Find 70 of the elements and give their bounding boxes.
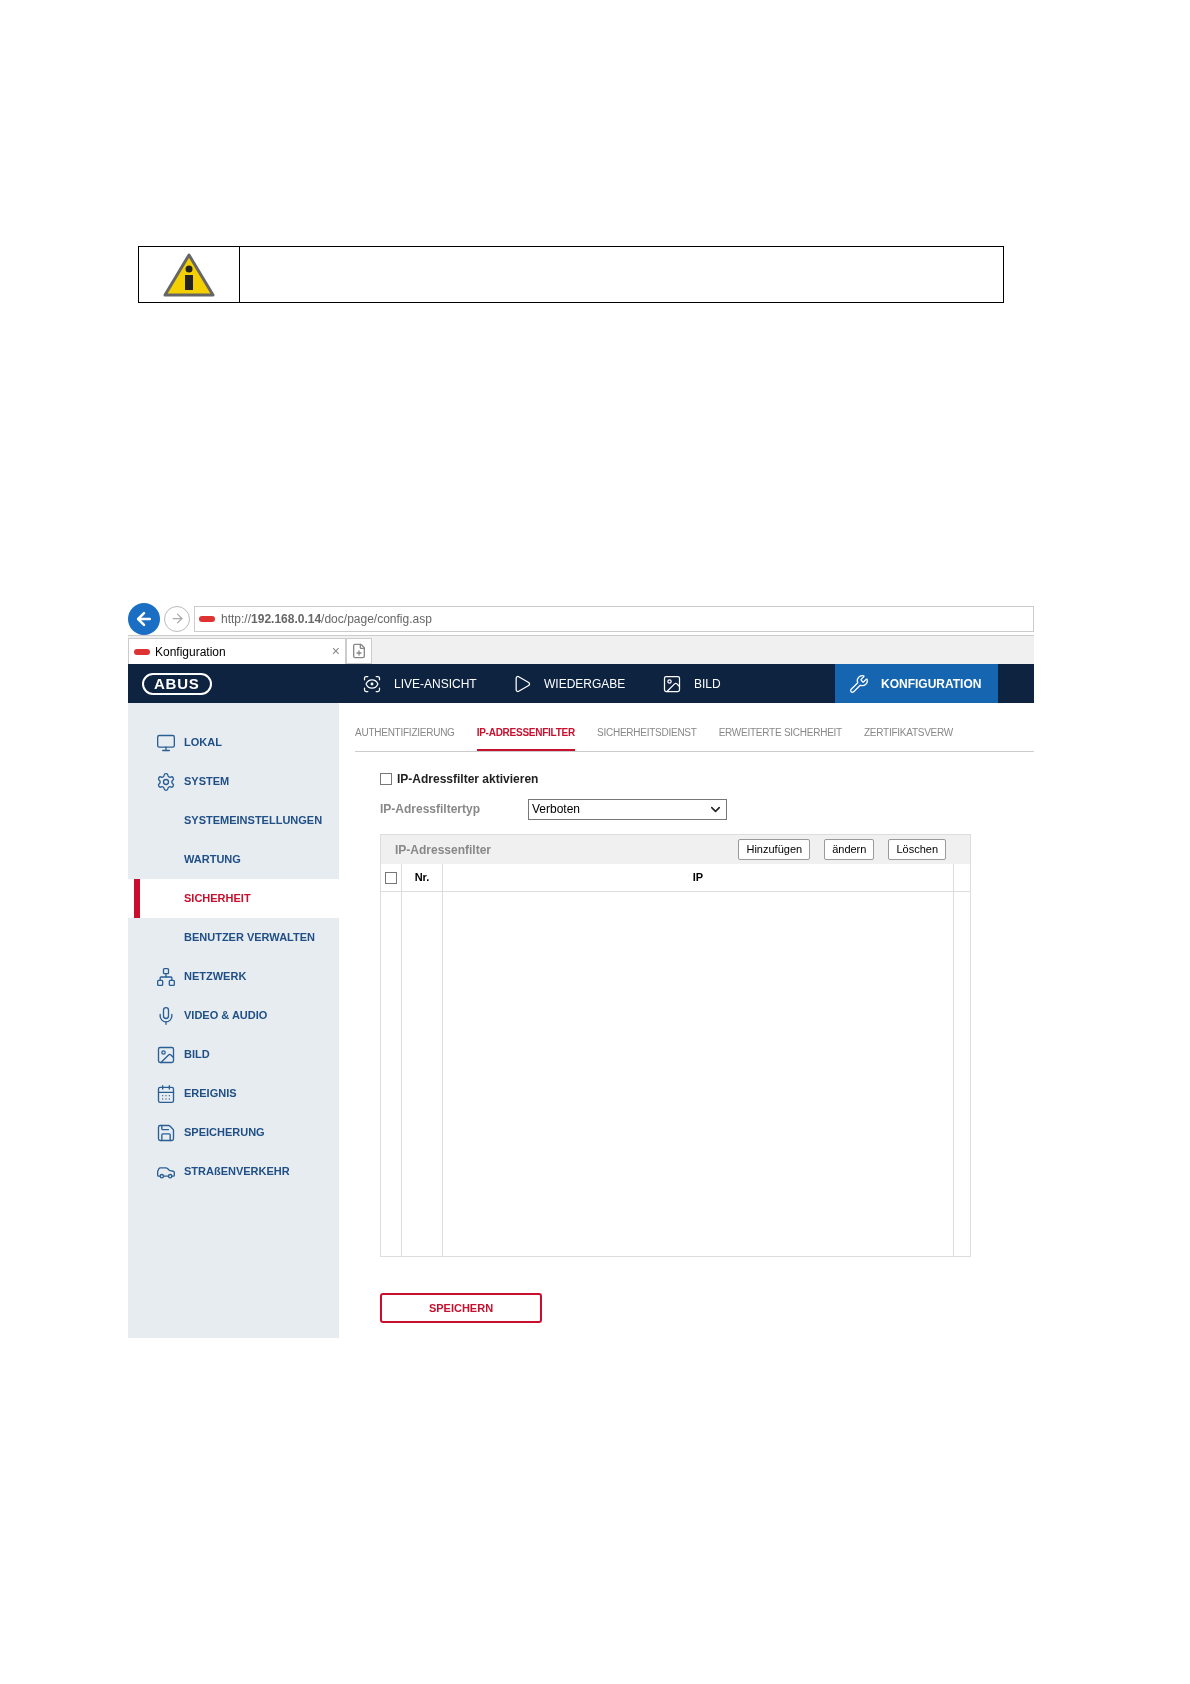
nav-label: WIEDERGABE bbox=[544, 675, 626, 693]
sidebar-label: VIDEO & AUDIO bbox=[184, 1008, 268, 1024]
table-action-button[interactable]: Löschen bbox=[888, 839, 946, 860]
sidebar-item[interactable]: SPEICHERUNG bbox=[128, 1113, 339, 1152]
checkbox-label: IP-Adressfilter aktivieren bbox=[397, 771, 539, 788]
sidebar-item[interactable]: NETZWERK bbox=[128, 957, 339, 996]
nav-label: KONFIGURATION bbox=[881, 675, 982, 693]
address-field[interactable]: http://192.168.0.14/doc/page/config.asp bbox=[194, 605, 1034, 632]
section-tab[interactable]: ZERTIFIKATSVERW bbox=[863, 725, 953, 751]
network-icon bbox=[156, 966, 176, 987]
filter-type-dropdown[interactable]: Verboten bbox=[528, 798, 727, 820]
column-header: IP bbox=[692, 870, 704, 886]
field-label: IP-Adressfiltertyp bbox=[380, 801, 482, 818]
gear-icon bbox=[156, 771, 176, 792]
table-title: IP-Adressenfilter bbox=[395, 841, 493, 859]
sidebar-label: SPEICHERUNG bbox=[184, 1125, 265, 1141]
save-button[interactable]: SPEICHERN bbox=[380, 1293, 542, 1323]
browser-tab[interactable]: Konfiguration × bbox=[128, 638, 346, 664]
sidebar-item[interactable]: WARTUNG bbox=[128, 840, 339, 879]
forward-arrow-icon bbox=[169, 611, 185, 626]
sidebar-label: LOKAL bbox=[184, 735, 222, 751]
sidebar-label: SYSTEM bbox=[184, 774, 230, 790]
section-tab[interactable]: ERWEITERTE SICHERHEIT bbox=[718, 725, 842, 751]
site-icon bbox=[134, 648, 150, 655]
nav-tab[interactable]: LIVE-ANSICHT bbox=[348, 664, 498, 703]
sidebar-item[interactable]: SICHERHEIT bbox=[128, 879, 339, 918]
sidebar-item[interactable]: SYSTEM bbox=[128, 762, 339, 801]
nav-tab[interactable]: WIEDERGABE bbox=[498, 664, 648, 703]
sidebar-label: BILD bbox=[184, 1047, 210, 1063]
monitor-icon bbox=[156, 732, 176, 753]
nav-tab[interactable]: KONFIGURATION bbox=[835, 664, 998, 703]
tools-icon bbox=[849, 673, 869, 694]
sidebar-label: SICHERHEIT bbox=[184, 891, 251, 907]
sidebar-label: SYSTEMEINSTELLUNGEN bbox=[184, 813, 323, 829]
nav-label: BILD bbox=[694, 675, 721, 693]
sidebar-item[interactable]: STRAßENVERKEHR bbox=[128, 1152, 339, 1191]
sidebar-label: WARTUNG bbox=[184, 852, 241, 868]
new-tab-icon[interactable] bbox=[351, 643, 367, 659]
calendar-icon bbox=[156, 1083, 176, 1104]
warning-info-icon bbox=[163, 251, 215, 298]
column-header: Nr. bbox=[414, 870, 430, 886]
close-tab-button[interactable]: × bbox=[331, 641, 340, 662]
sidebar-label: NETZWERK bbox=[184, 969, 247, 985]
logo: ABUS bbox=[142, 672, 212, 695]
eye-icon bbox=[362, 673, 382, 694]
url-text: http://192.168.0.14/doc/page/config.asp bbox=[221, 610, 432, 628]
sidebar-item[interactable]: BILD bbox=[128, 1035, 339, 1074]
sidebar-item[interactable]: VIDEO & AUDIO bbox=[128, 996, 339, 1035]
sidebar-label: BENUTZER VERWALTEN bbox=[184, 930, 315, 946]
section-tab[interactable]: IP-ADRESSENFILTER bbox=[476, 725, 575, 751]
site-icon bbox=[199, 615, 215, 622]
nav-tab[interactable]: BILD bbox=[648, 664, 798, 703]
back-button[interactable] bbox=[128, 602, 160, 635]
sidebar-item[interactable]: LOKAL bbox=[128, 723, 339, 762]
image-icon bbox=[156, 1044, 176, 1065]
tab-title: Konfiguration bbox=[155, 643, 227, 661]
table-action-button[interactable]: Hinzufügen bbox=[738, 839, 811, 860]
image-icon bbox=[662, 673, 682, 694]
sidebar-label: STRAßENVERKEHR bbox=[184, 1164, 290, 1180]
table-action-button[interactable]: ändern bbox=[824, 839, 875, 860]
selected-indicator bbox=[134, 879, 140, 918]
sidebar-item[interactable]: SYSTEMEINSTELLUNGEN bbox=[128, 801, 339, 840]
section-tab[interactable]: SICHERHEITSDIENST bbox=[597, 725, 697, 751]
checkbox[interactable] bbox=[380, 773, 392, 785]
section-tab[interactable]: AUTHENTIFIZIERUNG bbox=[355, 725, 455, 751]
sidebar-item[interactable]: EREIGNIS bbox=[128, 1074, 339, 1113]
checkbox[interactable] bbox=[385, 871, 397, 884]
nav-label: LIVE-ANSICHT bbox=[394, 675, 477, 693]
sidebar-item[interactable]: BENUTZER VERWALTEN bbox=[128, 918, 339, 957]
sidebar-label: EREIGNIS bbox=[184, 1086, 237, 1102]
